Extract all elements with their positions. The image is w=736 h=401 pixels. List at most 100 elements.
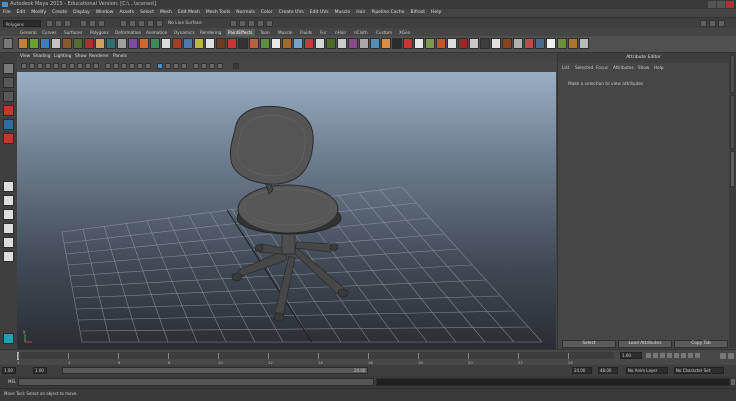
- step-forward-key-icon[interactable]: [688, 353, 693, 358]
- brush-icon[interactable]: [293, 38, 303, 49]
- brush-icon[interactable]: [282, 38, 292, 49]
- brush-icon[interactable]: [337, 38, 347, 49]
- brush-icon[interactable]: [117, 38, 127, 49]
- render-settings-icon[interactable]: [266, 20, 273, 27]
- select-tool-icon[interactable]: [3, 63, 14, 74]
- outliner-layout-icon[interactable]: [3, 223, 14, 234]
- menu-bifrost[interactable]: Bifrost: [408, 9, 429, 17]
- ae-load-attributes-button[interactable]: Load Attributes: [618, 340, 672, 348]
- shelf-tab-ncloth[interactable]: nCloth: [352, 29, 370, 36]
- brush-icon[interactable]: [326, 38, 336, 49]
- split-view-layout-icon[interactable]: [3, 209, 14, 220]
- xray-components-icon[interactable]: [217, 63, 223, 69]
- graph-layout-icon[interactable]: [3, 237, 14, 248]
- auto-key-icon[interactable]: [728, 353, 734, 359]
- brush-icon[interactable]: [568, 38, 578, 49]
- menu-assets[interactable]: Assets: [116, 9, 137, 17]
- render-icon[interactable]: [248, 20, 255, 27]
- play-forward-icon[interactable]: [674, 353, 679, 358]
- shelf-tab-fluids[interactable]: Fluids: [298, 29, 314, 36]
- wireframe-on-shaded-icon[interactable]: [121, 63, 127, 69]
- brush-icon[interactable]: [172, 38, 182, 49]
- brush-icon[interactable]: [359, 38, 369, 49]
- menu-hair[interactable]: Hair: [353, 9, 368, 17]
- menu-color[interactable]: Color: [258, 9, 276, 17]
- menu-edit-mesh[interactable]: Edit Mesh: [175, 9, 203, 17]
- brush-icon[interactable]: [128, 38, 138, 49]
- brush-icon[interactable]: [304, 38, 314, 49]
- toggle-tool-settings-icon[interactable]: [709, 20, 716, 27]
- brush-icon[interactable]: [524, 38, 534, 49]
- brush-icon[interactable]: [502, 38, 512, 49]
- render-view-icon[interactable]: [239, 20, 246, 27]
- brush-icon[interactable]: [469, 38, 479, 49]
- playback-end-field[interactable]: 24.00: [572, 367, 592, 374]
- brush-icon[interactable]: [491, 38, 501, 49]
- menu-file[interactable]: File: [0, 9, 14, 17]
- brush-icon[interactable]: [579, 38, 589, 49]
- shelf-tab-curves[interactable]: Curves: [40, 29, 59, 36]
- rotate-tool-icon[interactable]: [3, 119, 14, 130]
- brush-icon[interactable]: [51, 38, 61, 49]
- safe-action-icon[interactable]: [93, 63, 99, 69]
- brush-icon[interactable]: [414, 38, 424, 49]
- select-hierarchy-icon[interactable]: [80, 20, 87, 27]
- shelf-tab-general[interactable]: General: [18, 29, 39, 36]
- snap-grid-icon[interactable]: [120, 20, 127, 27]
- toggle-attribute-editor-icon[interactable]: [700, 20, 707, 27]
- animation-end-field[interactable]: 48.00: [598, 367, 618, 374]
- shelf-tab-animation[interactable]: Animation: [144, 29, 169, 36]
- menu-display[interactable]: Display: [70, 9, 93, 17]
- grid-toggle-icon[interactable]: [53, 63, 59, 69]
- isolate-select-icon[interactable]: [193, 63, 199, 69]
- save-scene-icon[interactable]: [64, 20, 71, 27]
- menu-create-uvs[interactable]: Create UVs: [276, 9, 307, 17]
- shelf-tab-painteffects[interactable]: PaintEffects: [226, 29, 255, 36]
- menu-muscle[interactable]: Muscle: [332, 9, 354, 17]
- viewport-menu-view[interactable]: View: [20, 53, 30, 61]
- brush-icon[interactable]: [62, 38, 72, 49]
- ae-tab-attributes[interactable]: Attributes: [613, 64, 634, 72]
- menu-edit-uvs[interactable]: Edit UVs: [307, 9, 332, 17]
- ipr-render-icon[interactable]: [257, 20, 264, 27]
- side-tab-attribute-editor[interactable]: [730, 151, 735, 187]
- brush-icon[interactable]: [513, 38, 523, 49]
- use-all-lights-icon[interactable]: [137, 63, 143, 69]
- paint-select-icon[interactable]: [3, 91, 14, 102]
- brush-icon[interactable]: [348, 38, 358, 49]
- brush-icon[interactable]: [106, 38, 116, 49]
- camera-icon[interactable]: [3, 333, 14, 344]
- playback-start-field[interactable]: 1.00: [33, 367, 47, 374]
- menu-help[interactable]: Help: [428, 9, 444, 17]
- play-back-icon[interactable]: [667, 353, 672, 358]
- animation-start-field[interactable]: 1.00: [2, 367, 16, 374]
- menu-mesh[interactable]: Mesh: [157, 9, 175, 17]
- brush-icon[interactable]: [95, 38, 105, 49]
- select-object-icon[interactable]: [89, 20, 96, 27]
- character-set-selector[interactable]: No Character Set: [674, 367, 724, 374]
- hypershade-layout-icon[interactable]: [3, 251, 14, 262]
- brush-icon[interactable]: [271, 38, 281, 49]
- menu-edit[interactable]: Edit: [14, 9, 29, 17]
- move-tool-icon[interactable]: [3, 105, 14, 116]
- film-gate-icon[interactable]: [61, 63, 67, 69]
- brush-icon[interactable]: [370, 38, 380, 49]
- snap-curve-icon[interactable]: [129, 20, 136, 27]
- brush-icon[interactable]: [150, 38, 160, 49]
- field-chart-icon[interactable]: [85, 63, 91, 69]
- color-management-icon[interactable]: [233, 63, 239, 69]
- side-tab-channel-box[interactable]: [730, 95, 735, 149]
- shelf-tab-toon[interactable]: Toon: [258, 29, 272, 36]
- viewport-menu-shading[interactable]: Shading: [33, 53, 50, 61]
- history-icon[interactable]: [230, 20, 237, 27]
- time-slider[interactable]: 1 4 6 8 10 12 14 16 18 20 22 24 1.00: [0, 349, 736, 366]
- shelf-menu-icon[interactable]: [3, 38, 13, 49]
- menu-mesh-tools[interactable]: Mesh Tools: [203, 9, 233, 17]
- depth-of-field-icon[interactable]: [181, 63, 187, 69]
- step-back-frame-icon[interactable]: [660, 353, 665, 358]
- brush-icon[interactable]: [183, 38, 193, 49]
- smooth-shade-icon[interactable]: [113, 63, 119, 69]
- ae-copy-tab-button[interactable]: Copy Tab: [674, 340, 728, 348]
- shelf-tab-nhair[interactable]: nHair: [333, 29, 348, 36]
- brush-icon[interactable]: [260, 38, 270, 49]
